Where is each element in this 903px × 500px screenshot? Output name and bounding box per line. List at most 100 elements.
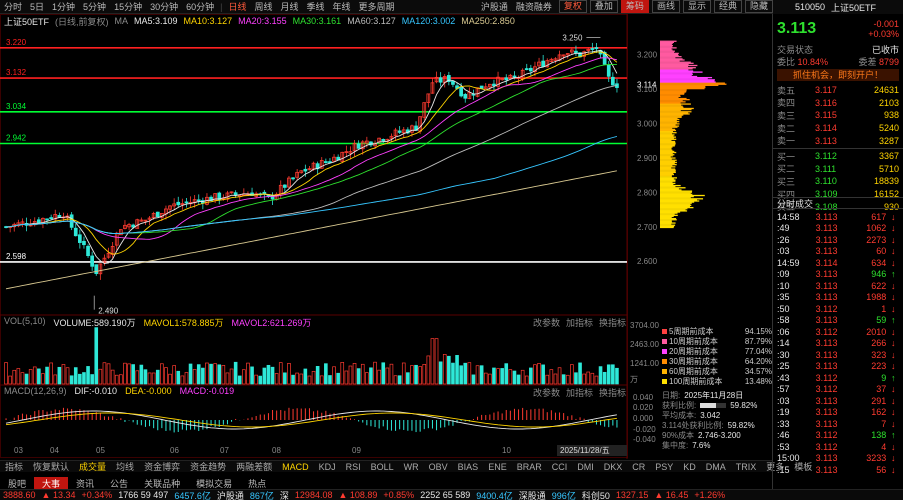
tick-volume: 9	[881, 372, 887, 383]
period-tab-7[interactable]: 日线	[224, 0, 250, 13]
indicator-tab-14[interactable]: ENE	[483, 462, 512, 472]
open-account-banner[interactable]: 抓住机会，即刻开户！	[777, 69, 899, 82]
footer-tab-1[interactable]: 大事	[34, 476, 69, 490]
period-tab-3[interactable]: 5分钟	[79, 0, 110, 13]
indicator-tab-11[interactable]: WR	[399, 462, 424, 472]
chip-legend-text: 10周期前成本	[669, 336, 718, 346]
tick-price: 3.112	[815, 430, 838, 441]
macd-add-indicator-link[interactable]: 加指标	[566, 386, 593, 399]
indicator-tab-15[interactable]: BRAR	[512, 462, 547, 472]
indicator-tab-2[interactable]: 成交量	[74, 460, 111, 473]
volume-bar	[4, 362, 8, 385]
indicator-tab-1[interactable]: 恢复默认	[28, 460, 74, 473]
indicator-tab-19[interactable]: CR	[627, 462, 650, 472]
volume-bar	[225, 372, 230, 385]
footer-tab-0[interactable]: 股吧	[0, 477, 34, 490]
period-tab-8[interactable]: 周线	[250, 0, 276, 13]
period-tab-4[interactable]: 15分钟	[110, 0, 146, 13]
period-tab-0[interactable]: 分时	[0, 0, 26, 13]
ticker-index-name[interactable]: 深	[277, 490, 292, 500]
indicator-tab-7[interactable]: MACD	[277, 462, 314, 472]
indicator-tab-3[interactable]: 均线	[111, 460, 139, 473]
chip-legend-row: 10周期前成本 87.79%	[662, 336, 772, 346]
volume-bar	[397, 375, 402, 385]
indicator-tab-18[interactable]: DKX	[599, 462, 628, 472]
order-price[interactable]: 3.113	[815, 136, 851, 146]
period-tab-11[interactable]: 年线	[329, 0, 355, 13]
toolbar-button-0[interactable]: 筹码	[620, 0, 649, 13]
candle	[611, 76, 615, 86]
volume-bar	[611, 364, 615, 385]
order-price[interactable]: 3.110	[815, 176, 851, 186]
toolbar-button-4[interactable]: 隐藏	[744, 0, 773, 13]
toolbar-button-1[interactable]: 画线	[651, 0, 680, 13]
period-tab-2[interactable]: 1分钟	[48, 0, 79, 13]
footer-tab-2[interactable]: 资讯	[68, 477, 102, 490]
footer-tab-5[interactable]: 模拟交易	[188, 477, 240, 490]
indicator-tab-0[interactable]: 指标	[0, 460, 28, 473]
footer-tab-3[interactable]: 公告	[102, 477, 136, 490]
period-tab-12[interactable]: 更多周期	[355, 0, 399, 13]
period-tab-1[interactable]: 5日	[26, 0, 48, 13]
volume-bar	[373, 361, 377, 385]
indicator-tab-13[interactable]: BIAS	[453, 462, 484, 472]
macd-edit-params-link[interactable]: 改参数	[533, 386, 560, 399]
toolbar-item-1[interactable]: 融资融券	[512, 0, 556, 13]
indicator-tab-9[interactable]: RSI	[341, 462, 366, 472]
price-axis-tick-2: 3.100	[637, 85, 658, 94]
tick-price: 3.113	[815, 407, 838, 418]
order-price[interactable]: 3.117	[815, 85, 851, 95]
vol-add-indicator-link[interactable]: 加指标	[566, 316, 593, 329]
order-price[interactable]: 3.116	[815, 98, 851, 108]
macd-axis-tick-3: -0.020	[633, 425, 656, 434]
volume-bar	[233, 361, 238, 385]
indicator-tab-20[interactable]: PSY	[650, 462, 678, 472]
indicator-tab-5[interactable]: 资金趋势	[185, 460, 231, 473]
indicator-tab-10[interactable]: BOLL	[366, 462, 399, 472]
indicator-tab-23[interactable]: TRIX	[731, 462, 762, 472]
period-tab-10[interactable]: 季线	[303, 0, 329, 13]
x-axis-label-6: 09	[352, 446, 361, 455]
price-axis-tick-7: 2.600	[637, 257, 658, 266]
toolbar-item-0[interactable]: 沪股通	[477, 0, 512, 13]
indicator-tab-6[interactable]: 两融差额	[231, 460, 277, 473]
indicator-tab-17[interactable]: DMI	[572, 462, 599, 472]
tick-row: :14 3.113 266 ↓	[773, 338, 903, 350]
tick-direction-icon: ↓	[890, 361, 896, 372]
toolbar-item-2[interactable]: 复权	[558, 0, 587, 13]
indicator-tab-8[interactable]: KDJ	[314, 462, 341, 472]
vol-edit-params-link[interactable]: 改参数	[533, 316, 560, 329]
ticker-index-name[interactable]: 科创50	[579, 490, 613, 500]
indicator-tab-16[interactable]: CCI	[547, 462, 573, 472]
order-price[interactable]: 3.115	[815, 110, 851, 120]
volume-bar	[570, 364, 574, 385]
tick-time: :25	[777, 361, 790, 372]
macd-change-indicator-link[interactable]: 换指标	[599, 386, 626, 399]
indicator-tab-4[interactable]: 资金博弈	[139, 460, 185, 473]
order-price[interactable]: 3.112	[815, 151, 851, 161]
period-tab-9[interactable]: 月线	[276, 0, 302, 13]
market-ticker: 3888.60 ▲ 13.34 +0.34% 1766 59 497 6457.6亿 沪股…	[0, 489, 903, 500]
tick-price: 3.113	[815, 234, 838, 245]
vol-change-indicator-link[interactable]: 换指标	[599, 316, 626, 329]
order-price[interactable]: 3.111	[815, 164, 851, 174]
toolbar-button-3[interactable]: 经典	[713, 0, 742, 13]
footer-tab-6[interactable]: 热点	[240, 477, 274, 490]
volume-bar	[82, 372, 86, 385]
indicator-tab-22[interactable]: DMA	[701, 462, 731, 472]
ticker-index-name[interactable]: 深股通	[516, 490, 549, 500]
toolbar-item-3[interactable]: 叠加	[589, 0, 618, 13]
indicator-tab-12[interactable]: OBV	[424, 462, 453, 472]
indicator-tab-21[interactable]: KD	[678, 462, 701, 472]
order-price[interactable]: 3.114	[815, 123, 851, 133]
tick-price: 3.112	[815, 384, 838, 395]
chip-legend-text: 100周期前成本	[669, 376, 723, 386]
toolbar-button-2[interactable]: 显示	[682, 0, 711, 13]
period-tab-6[interactable]: 60分钟	[182, 0, 218, 13]
tick-time: :58	[777, 315, 790, 326]
volume-bar	[278, 362, 283, 385]
period-tab-5[interactable]: 30分钟	[146, 0, 182, 13]
tick-time: :10	[777, 280, 790, 291]
ticker-index-name[interactable]: 沪股通	[214, 490, 247, 500]
footer-tab-4[interactable]: 关联品种	[136, 477, 188, 490]
